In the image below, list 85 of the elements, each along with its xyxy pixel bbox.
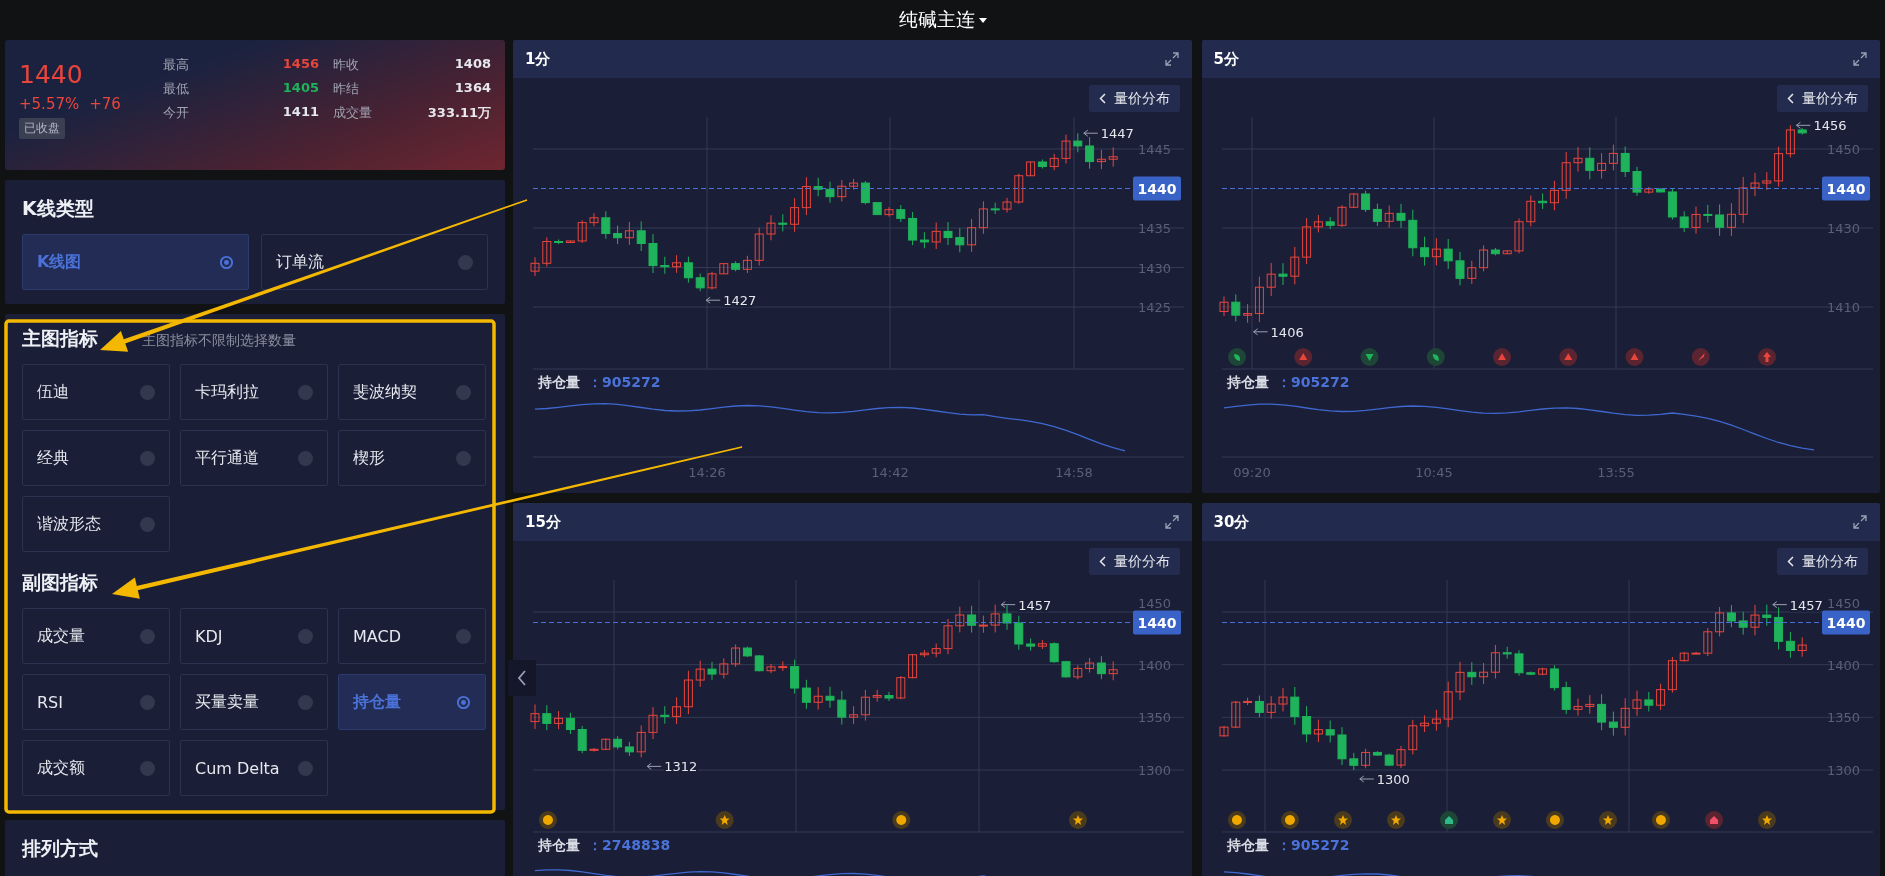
- change-percent: +5.57%: [19, 95, 80, 113]
- price-tick-label: 1450: [1826, 596, 1860, 611]
- price-tick-label: 1430: [1137, 260, 1171, 276]
- volume-profile-button[interactable]: 量价分布: [1777, 85, 1868, 112]
- price-tick-label: 1425: [1137, 300, 1171, 315]
- option-tile[interactable]: MACD: [338, 608, 486, 664]
- price-tick-label: 1350: [1137, 710, 1171, 726]
- stat-value: 1411: [281, 104, 319, 121]
- section-title: K线类型: [22, 196, 94, 221]
- option-tile[interactable]: 成交额: [22, 740, 170, 796]
- time-axis-label: 14:58: [1055, 465, 1093, 480]
- indicator-value: ：905272: [1276, 374, 1349, 390]
- stat-label: 昨结: [333, 80, 360, 98]
- stat-value: 333.11万: [426, 104, 491, 122]
- price-tick-label: 1300: [1826, 763, 1860, 778]
- last-price-tag: 1440: [1133, 610, 1181, 635]
- stat-value: 1456: [281, 56, 319, 73]
- volume-profile-button[interactable]: 量价分布: [1088, 548, 1180, 575]
- option-tile[interactable]: 斐波纳契: [338, 364, 486, 420]
- indicator-value: ：905272: [588, 374, 661, 390]
- chart-title: 5分: [1213, 49, 1239, 69]
- option-tile[interactable]: 卡玛利拉: [180, 364, 328, 420]
- last-price-tag: 1440: [1821, 610, 1870, 635]
- price-tick-label: 1410: [1826, 300, 1860, 315]
- low-price-label: 1427: [723, 293, 757, 309]
- indicator-value: ：905272: [1276, 837, 1349, 853]
- low-price-label: 1300: [1376, 772, 1410, 787]
- indicator-value: ：2748838: [588, 837, 671, 853]
- stat-label: 昨收: [333, 56, 360, 74]
- option-tile[interactable]: 经典: [22, 430, 170, 486]
- time-axis-label: 13:55: [1596, 465, 1635, 480]
- section-title: 排列方式: [22, 836, 98, 861]
- chart-title: 30分: [1213, 512, 1250, 532]
- option-tile[interactable]: 成交量: [22, 608, 170, 664]
- price-tick-label: 1450: [1826, 142, 1860, 157]
- option-tile[interactable]: 订单流: [261, 234, 488, 290]
- last-price: 1440: [19, 60, 83, 89]
- change-value: +76: [89, 95, 121, 113]
- price-tick-label: 1350: [1826, 710, 1860, 726]
- time-axis-label: 14:26: [688, 465, 726, 480]
- price-tick-label: 1450: [1137, 596, 1171, 611]
- option-tile[interactable]: 买量卖量: [180, 674, 328, 730]
- time-axis-label: 09:20: [1232, 465, 1271, 480]
- option-tile[interactable]: 伍迪: [22, 364, 170, 420]
- option-tile[interactable]: RSI: [22, 674, 170, 730]
- option-tile[interactable]: Cum Delta: [180, 740, 328, 796]
- stat-value: 1405: [281, 80, 319, 97]
- indicator-label: 持仓量: [1226, 837, 1269, 853]
- chart-title: 1分: [525, 49, 551, 69]
- high-price-label: 1457: [1018, 597, 1052, 613]
- indicator-label: 持仓量: [1226, 374, 1269, 390]
- time-axis-label: 14:42: [871, 465, 909, 480]
- stat-value: 1408: [453, 56, 491, 73]
- option-tile[interactable]: KDJ: [180, 608, 328, 664]
- price-tick-label: 1400: [1826, 657, 1860, 673]
- last-price-tag: 1440: [1133, 176, 1181, 201]
- market-status-badge: 已收盘: [19, 118, 65, 139]
- section-title: 主图指标: [22, 326, 98, 351]
- stat-value: 1364: [453, 80, 491, 97]
- stat-label: 最高: [163, 56, 190, 74]
- stat-label: 最低: [163, 80, 190, 98]
- last-price-tag: 1440: [1821, 176, 1870, 201]
- option-tile[interactable]: 谐波形态: [22, 496, 170, 552]
- low-price-label: 1406: [1270, 324, 1304, 340]
- volume-profile-button[interactable]: 量价分布: [1088, 85, 1180, 112]
- price-tick-label: 1300: [1137, 763, 1171, 778]
- indicator-label: 持仓量: [538, 837, 580, 853]
- high-price-label: 1457: [1789, 597, 1823, 613]
- volume-profile-button[interactable]: 量价分布: [1777, 548, 1868, 575]
- contract-title[interactable]: 纯碱主连: [898, 7, 975, 33]
- price-tick-label: 1445: [1137, 142, 1171, 157]
- option-tile[interactable]: 平行通道: [180, 430, 328, 486]
- high-price-label: 1447: [1100, 126, 1134, 142]
- low-price-label: 1312: [664, 759, 698, 775]
- stat-label: 成交量: [333, 104, 373, 122]
- high-price-label: 1456: [1812, 118, 1846, 134]
- price-tick-label: 1435: [1137, 221, 1171, 236]
- option-tile[interactable]: 楔形: [338, 430, 486, 486]
- stat-label: 今开: [163, 104, 190, 122]
- indicator-label: 持仓量: [538, 374, 580, 390]
- time-axis-label: 10:45: [1414, 465, 1453, 480]
- section-title: 副图指标: [22, 570, 98, 595]
- price-tick-label: 1400: [1137, 657, 1171, 673]
- price-tick-label: 1430: [1826, 221, 1860, 236]
- chart-title: 15分: [525, 512, 561, 532]
